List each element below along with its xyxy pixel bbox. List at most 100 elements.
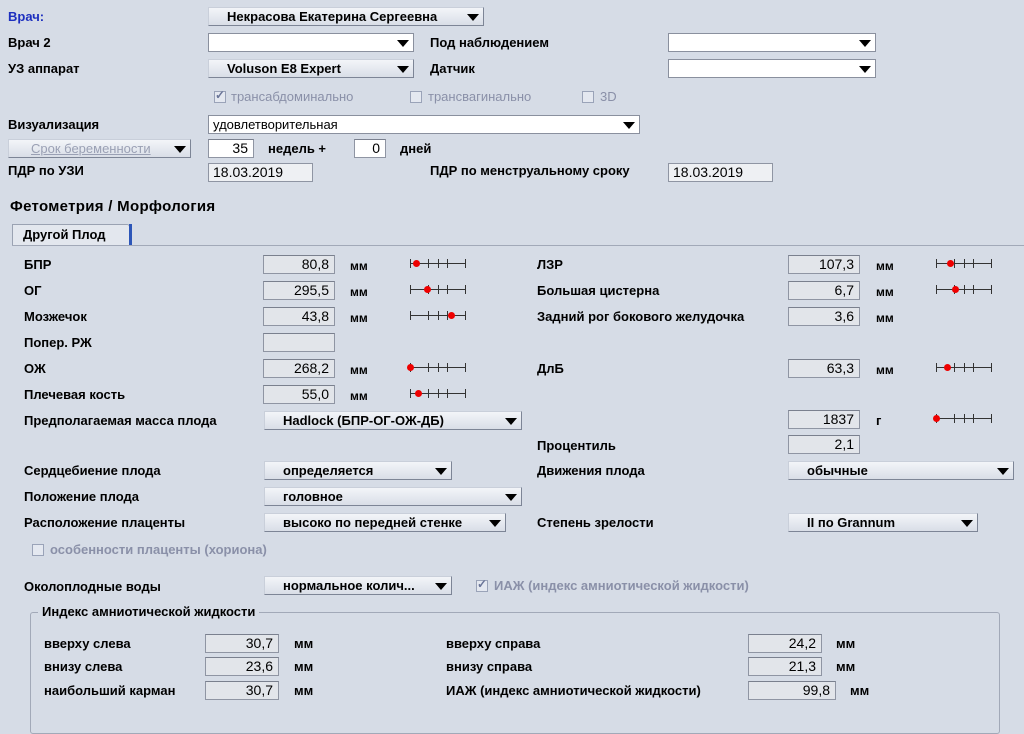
measurement-label: ДлБ: [537, 361, 564, 376]
upper-left-unit: мм: [294, 636, 314, 651]
fluid-select[interactable]: нормальное колич...: [264, 576, 452, 595]
weight-value[interactable]: 1837: [788, 410, 860, 429]
scale-tick: [447, 363, 448, 372]
weight-method-select[interactable]: Hadlock (БПР-ОГ-ОЖ-ДБ): [264, 411, 522, 430]
scale-tick: [428, 363, 429, 372]
scale-tick: [428, 259, 429, 268]
days-label: дней: [400, 141, 432, 156]
edd-us-field[interactable]: 18.03.2019: [208, 163, 313, 182]
measurement-value[interactable]: 268,2: [263, 359, 335, 378]
transvaginal-label: трансвагинально: [428, 89, 532, 104]
upper-left-value[interactable]: 30,7: [205, 634, 279, 653]
days-input[interactable]: 0: [354, 139, 386, 158]
heartbeat-select[interactable]: определяется: [264, 461, 452, 480]
measurement-label: ОЖ: [24, 361, 46, 376]
upper-right-value[interactable]: 24,2: [748, 634, 822, 653]
percentile-marker: [424, 286, 431, 293]
percentile-marker: [952, 286, 959, 293]
scale-tick: [447, 285, 448, 294]
percentile-value[interactable]: 2,1: [788, 435, 860, 454]
scale-tick: [447, 389, 448, 398]
measurement-unit: мм: [876, 363, 894, 377]
scale-tick: [410, 389, 411, 398]
upper-left-label: вверху слева: [44, 636, 131, 651]
heartbeat-label: Сердцебиение плода: [24, 463, 161, 478]
measurement-value[interactable]: 107,3: [788, 255, 860, 274]
scale-tick: [410, 311, 411, 320]
scale-tick: [954, 259, 955, 268]
scale-tick: [465, 259, 466, 268]
observation-label: Под наблюдением: [430, 35, 549, 50]
placenta-select[interactable]: высоко по передней стенке: [264, 513, 506, 532]
3d-checkbox[interactable]: [582, 91, 594, 103]
afi-total-value[interactable]: 99,8: [748, 681, 836, 700]
measurement-label: БПР: [24, 257, 52, 272]
maturity-label: Степень зрелости: [537, 515, 654, 530]
measurement-value[interactable]: 43,8: [263, 307, 335, 326]
sensor-label: Датчик: [430, 61, 475, 76]
scale-tick: [465, 389, 466, 398]
scale-tick: [438, 363, 439, 372]
max-pocket-value[interactable]: 30,7: [205, 681, 279, 700]
afi-total-label: ИАЖ (индекс амниотической жидкости): [446, 683, 701, 698]
lower-right-label: внизу справа: [446, 659, 533, 674]
doctor-select[interactable]: Некрасова Екатерина Сергеевна: [208, 7, 484, 26]
tab-other-fetus[interactable]: Другой Плод: [12, 224, 130, 246]
chevron-down-icon: [489, 520, 501, 527]
visualization-label: Визуализация: [8, 117, 100, 132]
edd-lmp-field[interactable]: 18.03.2019: [668, 163, 773, 182]
device-select[interactable]: Voluson E8 Expert: [208, 59, 414, 78]
percentile-marker: [413, 260, 420, 267]
maturity-select[interactable]: II по Grannum: [788, 513, 978, 532]
percentile-marker: [947, 260, 954, 267]
scale-tick: [954, 414, 955, 423]
scale-tick: [465, 285, 466, 294]
sensor-select[interactable]: [668, 59, 876, 78]
scale-tick: [973, 259, 974, 268]
measurement-value[interactable]: 55,0: [263, 385, 335, 404]
measurement-value[interactable]: 63,3: [788, 359, 860, 378]
percentile-marker: [407, 364, 414, 371]
weeks-label: недель +: [268, 141, 327, 156]
transabdominal-checkbox[interactable]: [214, 88, 226, 103]
observation-select[interactable]: [668, 33, 876, 52]
placenta-label: Расположение плаценты: [24, 515, 186, 530]
percentile-label: Процентиль: [537, 438, 616, 453]
lower-left-unit: мм: [294, 659, 314, 674]
scale-tick: [991, 259, 992, 268]
measurement-unit: мм: [350, 259, 368, 273]
chevron-down-icon: [859, 40, 871, 47]
percentile-scale: [410, 258, 466, 270]
lower-left-value[interactable]: 23,6: [205, 657, 279, 676]
placenta-features-checkbox[interactable]: [32, 544, 44, 556]
device-label: УЗ аппарат: [8, 61, 80, 76]
measurement-value[interactable]: 3,6: [788, 307, 860, 326]
3d-label: 3D: [600, 89, 617, 104]
lower-right-value[interactable]: 21,3: [748, 657, 822, 676]
measurement-value[interactable]: 80,8: [263, 255, 335, 274]
scale-tick: [991, 414, 992, 423]
measurement-value[interactable]: 295,5: [263, 281, 335, 300]
scale-tick: [410, 285, 411, 294]
percentile-scale: [410, 310, 466, 322]
position-select[interactable]: головное: [264, 487, 522, 506]
movement-select[interactable]: обычные: [788, 461, 1014, 480]
measurement-label: Большая цистерна: [537, 283, 660, 298]
measurement-unit: мм: [876, 259, 894, 273]
fluid-label: Околоплодные воды: [24, 579, 161, 594]
scale-tick: [964, 259, 965, 268]
doctor2-select[interactable]: [208, 33, 414, 52]
lower-left-label: внизу слева: [44, 659, 123, 674]
chevron-down-icon: [174, 146, 186, 153]
max-pocket-label: наибольший карман: [44, 683, 176, 698]
weeks-input[interactable]: 35: [208, 139, 254, 158]
measurement-value[interactable]: [263, 333, 335, 352]
measurement-label: ЛЗР: [537, 257, 563, 272]
visualization-select[interactable]: удовлетворительная: [208, 115, 640, 134]
measurement-value[interactable]: 6,7: [788, 281, 860, 300]
scale-tick: [410, 259, 411, 268]
gestation-button[interactable]: Срок беременности: [8, 139, 191, 158]
afi-checkbox[interactable]: [476, 577, 488, 592]
transvaginal-checkbox[interactable]: [410, 91, 422, 103]
scale-tick: [438, 311, 439, 320]
